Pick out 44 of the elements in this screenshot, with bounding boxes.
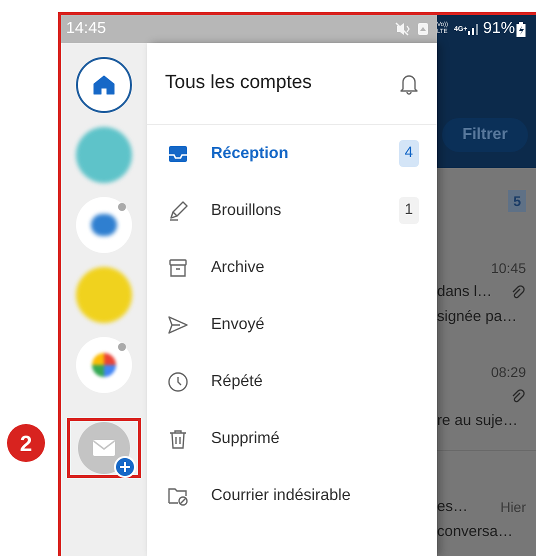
archive-box-icon bbox=[167, 256, 189, 278]
unread-count: 4 bbox=[398, 140, 419, 167]
message-preview: conversa… bbox=[437, 522, 514, 542]
multicolor-logo-icon bbox=[92, 353, 116, 377]
mute-vibrate-icon bbox=[394, 22, 411, 36]
unread-count: 1 bbox=[398, 197, 419, 224]
message-time: 08:29 bbox=[490, 362, 526, 382]
folder-label: Supprimé bbox=[211, 428, 280, 448]
add-account-button[interactable] bbox=[78, 422, 130, 474]
folder-item[interactable]: Répété bbox=[147, 353, 437, 410]
folder-item[interactable]: Envoyé bbox=[147, 296, 437, 353]
folder-label: Envoyé bbox=[211, 314, 266, 334]
step-number-badge: 2 bbox=[7, 424, 45, 462]
pencil-icon bbox=[167, 200, 189, 222]
signal-icon bbox=[466, 23, 479, 35]
folder-label: Réception bbox=[211, 144, 290, 164]
folder-label: Courrier indésirable bbox=[211, 486, 352, 506]
message-time: Hier bbox=[500, 498, 526, 516]
folder-item[interactable]: Supprimé bbox=[147, 410, 437, 467]
paper-plane-icon bbox=[167, 314, 189, 336]
notification-icon bbox=[416, 22, 429, 36]
message-time: 10:45 bbox=[490, 258, 526, 278]
clock-time: 14:45 bbox=[66, 19, 106, 39]
drawer-title: Tous les comptes bbox=[165, 71, 312, 96]
folder-item[interactable]: Brouillons 1 bbox=[147, 182, 437, 239]
folder-item[interactable]: Courrier indésirable bbox=[147, 467, 437, 524]
battery-percent: 91% bbox=[482, 19, 515, 39]
plus-badge-icon bbox=[114, 456, 136, 478]
folder-item[interactable]: Archive bbox=[147, 239, 437, 296]
envelope-icon bbox=[92, 439, 116, 457]
message-preview: signée pa… bbox=[437, 307, 518, 327]
battery-charging-icon bbox=[516, 22, 526, 36]
folder-item[interactable]: Réception 4 bbox=[147, 125, 437, 182]
home-icon bbox=[93, 75, 115, 95]
bell-icon[interactable] bbox=[399, 72, 419, 94]
folder-label: Brouillons bbox=[211, 200, 282, 220]
clock-icon bbox=[167, 370, 189, 392]
trash-icon bbox=[167, 428, 189, 450]
unread-count: 5 bbox=[508, 190, 526, 212]
folder-label: Répété bbox=[211, 372, 264, 392]
message-subject: dans l… bbox=[437, 282, 492, 302]
message-subject: es… bbox=[437, 496, 468, 517]
folder-label: Archive bbox=[211, 258, 266, 278]
message-preview: re au suje… bbox=[437, 411, 519, 431]
